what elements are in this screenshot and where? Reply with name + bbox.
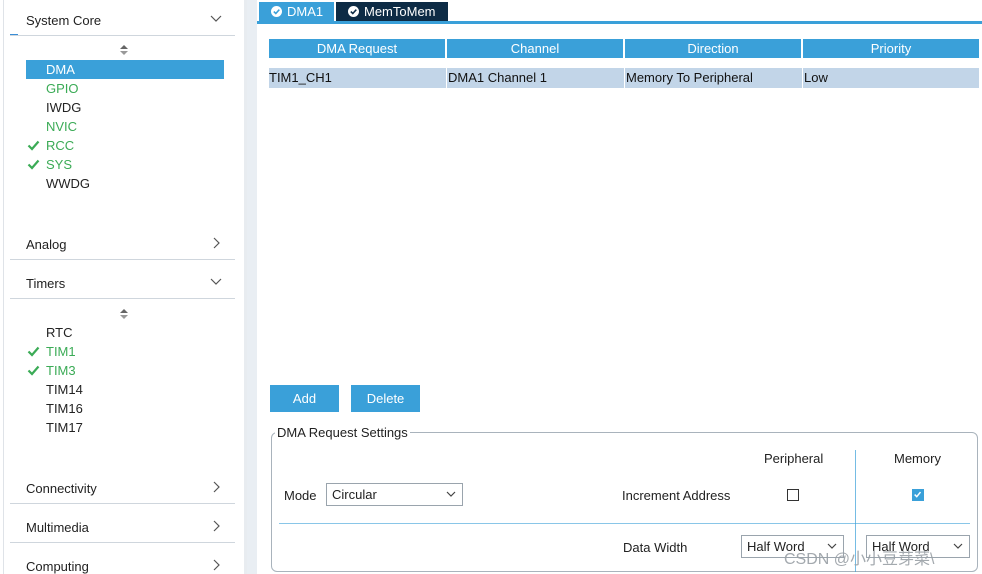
memory-increment-checkbox[interactable] (912, 489, 924, 501)
table-cell: DMA1 Channel 1 (447, 68, 625, 88)
section-title: Computing (26, 559, 89, 574)
data-width-label: Data Width (623, 540, 688, 555)
tab-label: MemToMem (364, 4, 436, 19)
section-divider (10, 542, 235, 543)
chevron-down-icon (210, 15, 222, 22)
item-label: NVIC (46, 119, 78, 134)
section-multimedia[interactable]: Multimedia (10, 517, 235, 543)
item-label: TIM3 (46, 363, 76, 378)
increment-address-label: Increment Address (622, 488, 731, 503)
main-panel: DMA1 MemToMem DMA Request Channel Direct… (257, 0, 982, 574)
group-title: DMA Request Settings (275, 425, 410, 440)
watermark: CSDN @小小豆芽菜\ (784, 551, 935, 568)
sidebar-item-dma[interactable]: DMA (26, 60, 224, 79)
item-label: RTC (46, 325, 73, 340)
system-core-list: DMA GPIO IWDG NVIC RCC SYS WWDG (26, 60, 224, 193)
section-title: Multimedia (26, 520, 89, 535)
table-header: DMA Request Channel Direction Priority (269, 39, 979, 58)
column-header[interactable]: Direction (625, 39, 801, 58)
chevron-right-icon (213, 481, 220, 493)
item-label: WWDG (46, 176, 91, 191)
sidebar-item-tim1[interactable]: TIM1 (26, 342, 224, 361)
table-cell: TIM1_CH1 (269, 68, 447, 88)
mode-value: Circular (332, 487, 377, 502)
sidebar-item-wwdg[interactable]: WWDG (26, 174, 224, 193)
section-system-core[interactable]: System Core (10, 10, 235, 36)
section-title: System Core (26, 13, 102, 28)
section-connectivity[interactable]: Connectivity (10, 478, 235, 504)
section-divider (10, 259, 235, 260)
table-cell: Low (804, 70, 828, 85)
item-label: IWDG (46, 100, 82, 115)
section-divider (10, 503, 235, 504)
checkmark-icon (27, 140, 40, 151)
column-header[interactable]: DMA Request (269, 39, 445, 58)
sort-icon[interactable] (119, 44, 129, 56)
memory-column-header: Memory (894, 451, 941, 466)
dma-request-table: DMA Request Channel Direction Priority T… (269, 39, 979, 88)
sidebar-item-tim17[interactable]: TIM17 (26, 418, 224, 437)
chevron-right-icon (213, 520, 220, 532)
tab-dma1[interactable]: DMA1 (259, 2, 334, 21)
item-label: SYS (46, 157, 73, 172)
sidebar-item-rcc[interactable]: RCC (26, 136, 224, 155)
chevron-right-icon (213, 237, 220, 249)
item-label: GPIO (46, 81, 79, 96)
peripheral-column-header: Peripheral (764, 451, 824, 466)
checkmark-icon (914, 491, 922, 498)
column-header[interactable]: Channel (447, 39, 623, 58)
sidebar-item-gpio[interactable]: GPIO (26, 79, 224, 98)
settings-divider (279, 523, 970, 524)
column-header[interactable]: Priority (803, 39, 979, 58)
sidebar-item-rtc[interactable]: RTC (26, 323, 224, 342)
section-title: Analog (26, 237, 67, 252)
section-divider (10, 35, 235, 36)
add-button[interactable]: Add (270, 385, 339, 412)
chevron-down-icon (210, 278, 222, 285)
chevron-down-icon (953, 543, 963, 549)
table-cell: Memory To Peripheral (625, 68, 803, 88)
timers-list: RTC TIM1 TIM3 TIM14 TIM16 TIM17 (26, 323, 224, 437)
section-computing[interactable]: Computing (26, 556, 235, 574)
sort-icon[interactable] (119, 308, 129, 320)
sidebar-item-nvic[interactable]: NVIC (26, 117, 224, 136)
item-label: TIM16 (46, 401, 83, 416)
table-row[interactable]: TIM1_CH1 DMA1 Channel 1 Memory To Periph… (269, 68, 979, 88)
checkmark-icon (27, 159, 40, 170)
section-title: Connectivity (26, 481, 97, 496)
tab-label: DMA1 (287, 4, 324, 19)
section-title: Timers (26, 276, 66, 291)
sidebar-item-tim14[interactable]: TIM14 (26, 380, 224, 399)
sidebar-item-tim3[interactable]: TIM3 (26, 361, 224, 380)
sidebar-item-tim16[interactable]: TIM16 (26, 399, 224, 418)
tabbar-underline (257, 21, 982, 24)
tab-memtomem[interactable]: MemToMem (336, 2, 448, 21)
peripheral-increment-checkbox[interactable] (787, 489, 799, 501)
chevron-down-icon (446, 491, 456, 497)
item-label: TIM14 (46, 382, 83, 397)
item-label: DMA (46, 62, 75, 77)
section-timers[interactable]: Timers (10, 273, 235, 299)
sidebar-item-sys[interactable]: SYS (26, 155, 224, 174)
sidebar-edge (3, 0, 4, 574)
mode-label: Mode (284, 488, 317, 503)
chevron-right-icon (213, 559, 220, 571)
check-circle-icon (271, 6, 282, 17)
check-circle-icon (348, 6, 359, 17)
sidebar: System Core DMA GPIO IWDG NVIC RCC SYS W… (0, 0, 247, 574)
checkmark-icon (27, 346, 40, 357)
panel-gutter (247, 0, 257, 574)
item-label: TIM1 (46, 344, 76, 359)
section-analog[interactable]: Analog (10, 234, 235, 260)
section-divider (10, 298, 235, 299)
delete-button[interactable]: Delete (351, 385, 420, 412)
sidebar-item-iwdg[interactable]: IWDG (26, 98, 224, 117)
item-label: RCC (46, 138, 75, 153)
mode-select[interactable]: Circular (326, 483, 463, 506)
item-label: TIM17 (46, 420, 83, 435)
checkmark-icon (27, 365, 40, 376)
